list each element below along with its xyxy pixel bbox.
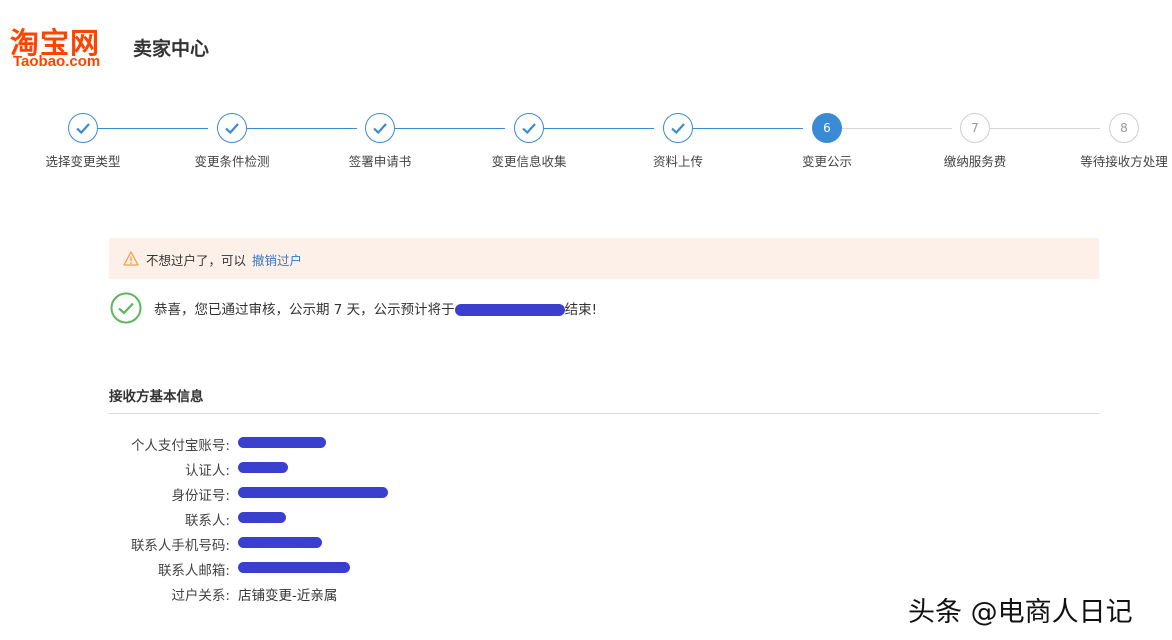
info-label: 个人支付宝账号:: [130, 438, 230, 454]
step-8-number: 8: [1109, 113, 1139, 143]
step-connector: [842, 128, 952, 129]
info-row-alipay: 个人支付宝账号:: [0, 434, 700, 456]
approval-message: 恭喜，您已通过审核，公示期 7 天，公示预计将于 结束!: [154, 298, 597, 318]
notice-text: 不想过户了，可以 撤销过户: [146, 250, 302, 269]
progress-stepper: 6 7 8 选择变更类型 变更条件检测 签署申请书 变更信息收集 资料上传 变更…: [0, 0, 1172, 200]
step-7-number: 7: [960, 113, 990, 143]
redacted-date: [454, 304, 565, 316]
approval-message-suffix: 结束!: [564, 302, 598, 318]
info-row-phone: 联系人手机号码:: [0, 534, 700, 556]
revoke-notice: 不想过户了，可以 撤销过户: [109, 238, 1099, 279]
step-label-7: 缴纳服务费: [943, 154, 1007, 169]
step-connector: [395, 128, 505, 129]
info-row-id-number: 身份证号:: [0, 484, 700, 506]
success-check-icon: [110, 292, 142, 324]
step-2-check-icon: [217, 113, 247, 143]
step-3-check-icon: [365, 113, 395, 143]
info-value: 店铺变更-近亲属: [238, 588, 338, 604]
section-title: 接收方基本信息: [109, 389, 204, 405]
step-connector: [98, 128, 208, 129]
step-1-check-icon: [68, 113, 98, 143]
info-row-verifier: 认证人:: [0, 459, 700, 481]
step-label-2: 变更条件检测: [194, 154, 270, 169]
watermark-text: 头条 @电商人日记: [908, 597, 1133, 628]
info-label: 认证人:: [184, 463, 230, 479]
approval-message-prefix: 恭喜，您已通过审核，公示期 7 天，公示预计将于: [154, 302, 455, 318]
info-value-redacted: [238, 534, 322, 550]
section-divider: [109, 413, 1099, 414]
info-row-relationship: 过户关系: 店铺变更-近亲属: [0, 584, 700, 606]
info-value-redacted: [238, 509, 286, 525]
step-label-4: 变更信息收集: [491, 154, 567, 169]
info-value-redacted: [238, 559, 350, 575]
info-label: 身份证号:: [171, 488, 230, 504]
warning-icon: [123, 251, 139, 266]
info-value-redacted: [238, 434, 326, 450]
info-label: 过户关系:: [171, 588, 230, 604]
step-label-1: 选择变更类型: [45, 154, 121, 169]
step-connector: [990, 128, 1100, 129]
step-label-3: 签署申请书: [348, 154, 412, 169]
step-connector: [247, 128, 357, 129]
info-label: 联系人:: [184, 513, 230, 529]
step-connector: [693, 128, 803, 129]
step-label-8: 等待接收方处理: [1080, 154, 1168, 169]
step-6-number: 6: [812, 113, 842, 143]
step-4-check-icon: [514, 113, 544, 143]
step-label-6: 变更公示: [801, 154, 853, 169]
notice-message: 不想过户了，可以: [146, 253, 247, 268]
info-label: 联系人邮箱:: [157, 563, 230, 579]
revoke-transfer-link[interactable]: 撤销过户: [252, 253, 302, 268]
step-label-5: 资料上传: [652, 154, 704, 169]
info-row-contact: 联系人:: [0, 509, 700, 531]
info-value-redacted: [238, 459, 288, 475]
info-label: 联系人手机号码:: [130, 538, 230, 554]
step-5-check-icon: [663, 113, 693, 143]
step-connector: [544, 128, 654, 129]
info-value-redacted: [238, 484, 388, 500]
info-row-email: 联系人邮箱:: [0, 559, 700, 581]
